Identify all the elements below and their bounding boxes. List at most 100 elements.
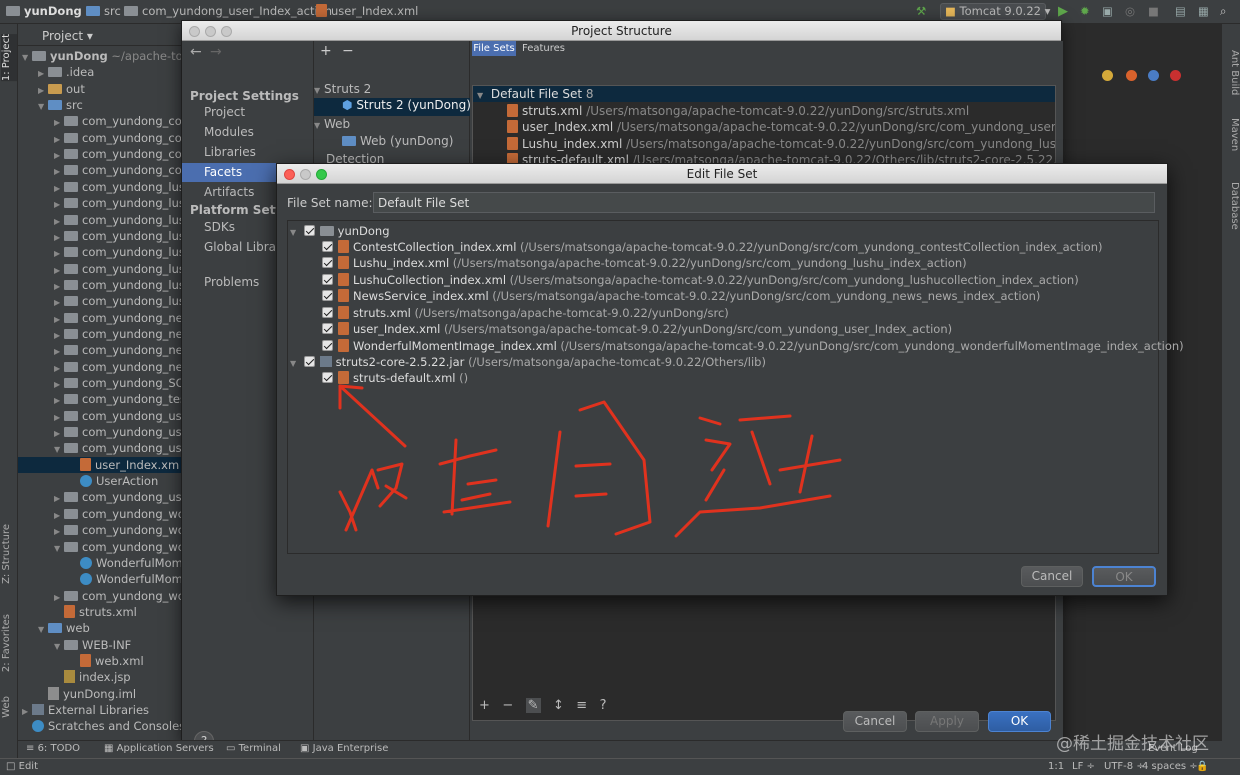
tree-item[interactable]: index.jsp bbox=[54, 669, 131, 685]
tree-item[interactable]: ▶ com_yundong_co bbox=[54, 130, 182, 146]
tree-item[interactable]: ▼ com_yundong_wo bbox=[54, 539, 185, 555]
tree-item[interactable]: UserAction bbox=[70, 473, 158, 489]
forward-arrow-icon[interactable]: → bbox=[210, 44, 222, 60]
tree-item[interactable]: ▶ com_yundong_co bbox=[54, 113, 182, 129]
expand-arrow-icon[interactable]: ▼ bbox=[22, 50, 32, 66]
help-icon[interactable]: ? bbox=[600, 698, 607, 713]
yundong-file-item[interactable]: LushuCollection_index.xml (/Users/matson… bbox=[322, 272, 1079, 288]
checkbox[interactable] bbox=[322, 290, 333, 302]
line-separator[interactable]: LF ÷ bbox=[1072, 761, 1095, 772]
minimize-window-button[interactable] bbox=[300, 169, 311, 180]
caret-position[interactable]: 1:1 bbox=[1048, 761, 1064, 772]
ant-build-tab[interactable]: Ant Build bbox=[1224, 50, 1240, 95]
favorites-tool-tab[interactable]: 2: Favorites bbox=[1, 614, 17, 672]
project-tool-tab[interactable]: 1: Project bbox=[1, 34, 17, 82]
yundong-file-item[interactable]: NewsService_index.xml (/Users/matsonga/a… bbox=[322, 288, 1040, 304]
maven-tab[interactable]: Maven bbox=[1224, 118, 1240, 151]
tree-item[interactable]: ▶ com_yundong_ne bbox=[54, 342, 183, 358]
tree-item[interactable]: user_Index.xm bbox=[18, 456, 182, 473]
tree-struts-default-xml[interactable]: struts-default.xml () bbox=[322, 370, 468, 386]
file-set-file[interactable]: Lushu_index.xml /Users/matsonga/apache-t… bbox=[507, 136, 1055, 152]
project-structure-icon[interactable]: ▤ bbox=[1175, 4, 1186, 18]
remove-icon[interactable]: − bbox=[342, 43, 354, 59]
checkbox[interactable] bbox=[322, 306, 333, 318]
run-icon[interactable]: ▶ bbox=[1058, 4, 1068, 19]
checkbox[interactable] bbox=[322, 257, 333, 269]
tree-item[interactable]: WonderfulMom bbox=[70, 571, 183, 587]
tree-item[interactable]: ▶ com_yundong_co bbox=[54, 162, 182, 178]
tree-item[interactable]: ▶ com_yundong_wo bbox=[54, 522, 185, 538]
database-tab[interactable]: Database bbox=[1224, 182, 1240, 230]
tree-item[interactable]: ▼ web bbox=[38, 620, 90, 636]
tree-item[interactable]: ▶ com_yundong_lus bbox=[54, 277, 185, 293]
tab-features[interactable]: Features bbox=[522, 41, 568, 56]
stop-icon[interactable]: ■ bbox=[1148, 4, 1159, 18]
minimize-window-button[interactable] bbox=[205, 26, 216, 37]
opera-icon[interactable] bbox=[1170, 70, 1181, 81]
nav-libraries[interactable]: Libraries bbox=[182, 143, 314, 162]
tree-item[interactable]: ▶ .idea bbox=[38, 64, 94, 80]
zoom-window-button[interactable] bbox=[316, 169, 327, 180]
file-set-file[interactable]: user_Index.xml /Users/matsonga/apache-to… bbox=[507, 119, 1055, 135]
tree-item[interactable]: ▶ out bbox=[38, 81, 85, 97]
tree-item[interactable]: ▶ com_yundong_tes bbox=[54, 391, 186, 407]
file-set-name-input[interactable] bbox=[373, 192, 1155, 213]
breadcrumb-package[interactable]: com_yundong_user_Index_action bbox=[124, 4, 332, 18]
file-encoding[interactable]: UTF-8 ÷ bbox=[1104, 761, 1145, 772]
facet-group-struts2[interactable]: ▼ Struts 2 bbox=[314, 82, 371, 96]
coverage-icon[interactable]: ▣ bbox=[1102, 4, 1113, 18]
indent-setting[interactable]: 4 spaces ÷ bbox=[1142, 761, 1198, 772]
breadcrumb-file[interactable]: user_Index.xml bbox=[316, 4, 418, 18]
sdk-icon[interactable]: ▦ bbox=[1198, 4, 1209, 18]
cancel-button[interactable]: Cancel bbox=[843, 711, 907, 732]
build-hammer-icon[interactable]: ⚒ bbox=[916, 4, 926, 18]
tree-item[interactable]: struts.xml bbox=[54, 604, 137, 620]
expand-all-icon[interactable]: ↕ bbox=[553, 698, 564, 713]
yundong-file-item[interactable]: WonderfulMomentImage_index.xml (/Users/m… bbox=[322, 338, 1184, 354]
tree-jar-struts2-core[interactable]: ▼ struts2-core-2.5.22.jar (/Users/matson… bbox=[290, 354, 766, 370]
lock-icon[interactable]: 🔒 bbox=[1196, 761, 1208, 772]
tree-item[interactable]: ▶ com_yundong_use bbox=[54, 408, 189, 424]
java-enterprise-tab[interactable]: ▣ Java Enterprise bbox=[300, 743, 388, 754]
tree-item[interactable]: ▶ com_yundong_lus bbox=[54, 293, 185, 309]
debug-icon[interactable]: ✹ bbox=[1080, 4, 1090, 18]
yundong-file-item[interactable]: user_Index.xml (/Users/matsonga/apache-t… bbox=[322, 321, 952, 337]
tree-item[interactable]: ▶ com_yundong_lus bbox=[54, 195, 185, 211]
tree-item[interactable]: ▼ src bbox=[38, 97, 83, 113]
tree-item[interactable]: ▶ com_yundong_wo bbox=[54, 588, 185, 604]
yundong-file-item[interactable]: struts.xml (/Users/matsonga/apache-tomca… bbox=[322, 305, 729, 321]
tree-item[interactable]: ▶ com_yundong_lus bbox=[54, 261, 185, 277]
remove-icon[interactable]: − bbox=[502, 698, 513, 713]
ok-button[interactable]: OK bbox=[988, 711, 1051, 732]
profile-icon[interactable]: ◎ bbox=[1125, 4, 1135, 18]
tab-file-sets[interactable]: File Sets bbox=[472, 41, 516, 56]
edit-pencil-icon[interactable]: ✎ bbox=[525, 698, 541, 713]
zoom-window-button[interactable] bbox=[221, 26, 232, 37]
tree-item[interactable]: ▼ WEB-INF bbox=[54, 637, 131, 653]
structure-tool-tab[interactable]: Z: Structure bbox=[1, 524, 17, 584]
facet-struts2-yundong[interactable]: ⬢ Struts 2 (yunDong) bbox=[314, 98, 471, 116]
file-set-file[interactable]: struts.xml /Users/matsonga/apache-tomcat… bbox=[507, 103, 969, 119]
run-config-select[interactable]: ■ Tomcat 9.0.22 ▾ bbox=[940, 3, 1050, 20]
search-icon[interactable]: ⌕ bbox=[1220, 4, 1226, 19]
safari-icon[interactable] bbox=[1148, 70, 1159, 81]
breadcrumb-project[interactable]: yunDong bbox=[6, 4, 82, 18]
tree-item[interactable]: ▶ com_yundong_SQ bbox=[54, 375, 185, 391]
tree-item[interactable]: ▶ External Libraries bbox=[22, 702, 149, 718]
tree-item[interactable]: ▶ com_yundong_ne bbox=[54, 310, 183, 326]
tree-item[interactable]: ▶ com_yundong_lus bbox=[54, 244, 185, 260]
tree-item[interactable]: ▼ com_yundong_use bbox=[54, 440, 189, 456]
breadcrumb-src[interactable]: src bbox=[86, 4, 121, 18]
checkbox[interactable] bbox=[303, 225, 315, 236]
expand-arrow-icon[interactable]: ▼ bbox=[54, 541, 64, 557]
facet-web-yundong[interactable]: Web (yunDong) bbox=[342, 134, 453, 148]
tree-item[interactable]: web.xml bbox=[70, 653, 144, 669]
expand-arrow-icon[interactable]: ▼ bbox=[54, 639, 64, 655]
close-window-button[interactable] bbox=[189, 26, 200, 37]
tree-item[interactable]: WonderfulMom bbox=[70, 555, 183, 571]
yundong-file-item[interactable]: ContestCollection_index.xml (/Users/mats… bbox=[322, 239, 1103, 255]
nav-project[interactable]: Project bbox=[182, 103, 314, 122]
tree-root-yundong[interactable]: ▼ yunDong bbox=[290, 223, 390, 239]
checkbox[interactable] bbox=[322, 241, 333, 252]
tree-item[interactable]: ▶ com_yundong_ne bbox=[54, 359, 183, 375]
